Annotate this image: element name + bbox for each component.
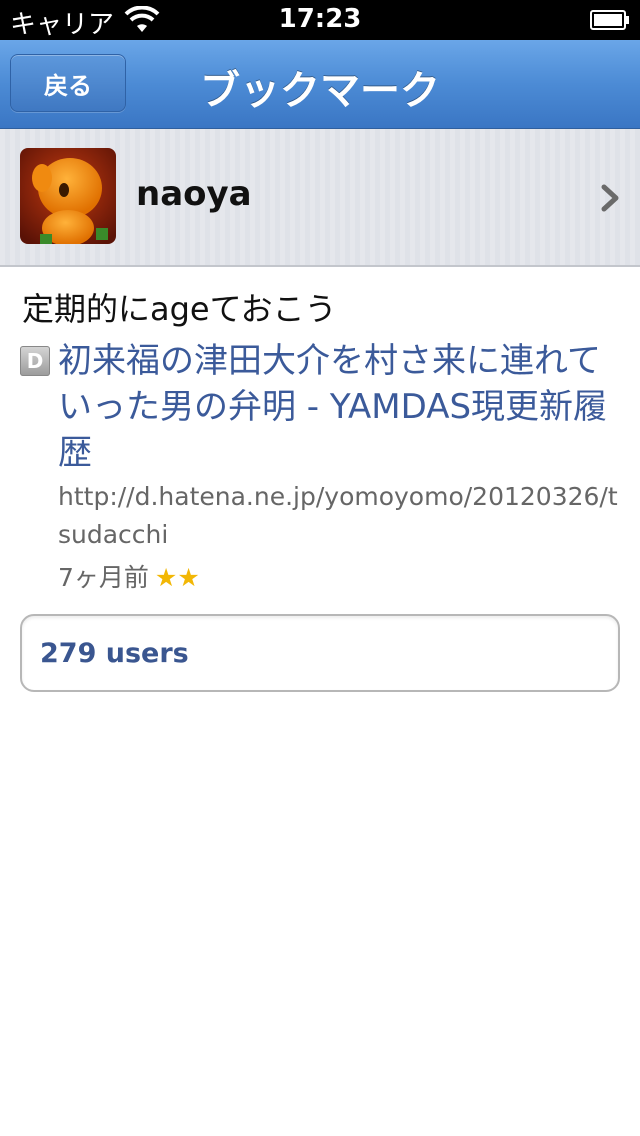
avatar <box>20 148 116 244</box>
user-name: naoya <box>136 174 252 214</box>
navigation-bar: 戻る ブックマーク <box>0 40 640 129</box>
chevron-right-icon <box>601 184 619 212</box>
user-row[interactable]: naoya <box>0 129 640 267</box>
users-count-label: 279 users <box>40 638 189 669</box>
back-button[interactable]: 戻る <box>10 54 126 112</box>
bookmark-comment: 定期的にageておこう <box>22 290 337 328</box>
entry-date-row: 7ヶ月前 ★★ <box>58 558 200 594</box>
status-bar: キャリア 17:23 <box>0 0 640 40</box>
diary-icon: D <box>20 346 50 376</box>
page-title: ブックマーク <box>200 68 440 114</box>
entry-date: 7ヶ月前 <box>58 563 149 592</box>
star-rating: ★★ <box>154 563 200 592</box>
entry-title-link[interactable]: 初来福の津田大介を村さ来に連れていった男の弁明 - YAMDAS現更新履歴 <box>58 338 623 476</box>
users-count-button[interactable]: 279 users <box>20 614 620 692</box>
battery-icon <box>590 10 629 30</box>
status-time: 17:23 <box>278 4 362 34</box>
entry-url: http://d.hatena.ne.jp/yomoyomo/20120326/… <box>58 482 618 549</box>
